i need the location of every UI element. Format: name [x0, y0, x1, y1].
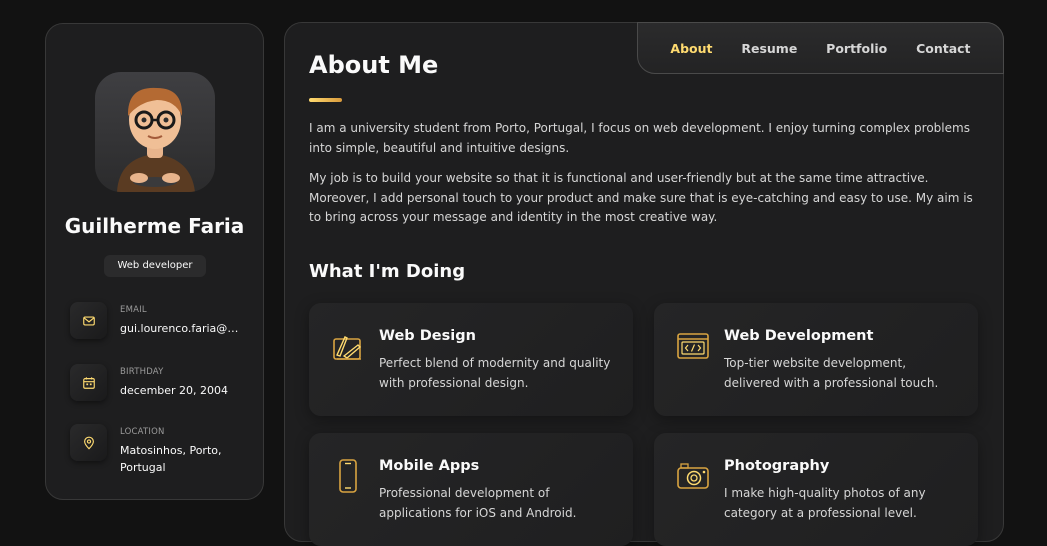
- service-desc: Professional development of applications…: [379, 486, 577, 520]
- contact-title: LOCATION: [120, 427, 165, 437]
- service-desc: Perfect blend of modernity and quality w…: [379, 356, 611, 390]
- service-card-web-development: Web Development Top-tier website develop…: [654, 303, 978, 416]
- calendar-icon: [70, 364, 107, 401]
- about-paragraph: My job is to build your website so that …: [309, 171, 973, 224]
- contact-birthday: BIRTHDAY december 20, 2004: [70, 364, 249, 414]
- code-window-icon: [676, 329, 710, 363]
- mail-icon: [70, 302, 107, 339]
- location-value: Matosinhos, Porto, Portugal: [120, 444, 222, 474]
- service-title: Photography: [724, 458, 830, 474]
- camera-icon: [676, 459, 710, 493]
- contact-title: EMAIL: [120, 305, 147, 315]
- about-panel: About Resume Portfolio Contact About Me …: [284, 22, 1004, 546]
- nav-resume[interactable]: Resume: [741, 41, 797, 56]
- service-card-mobile-apps: Mobile Apps Professional development of …: [309, 433, 633, 546]
- service-desc: Top-tier website development, delivered …: [724, 356, 939, 390]
- design-tools-icon: [331, 329, 365, 363]
- main-navbar: About Resume Portfolio Contact: [637, 22, 1004, 74]
- email-link[interactable]: gui.lourenco.faria@gmail.com: [120, 320, 245, 337]
- section-title: What I'm Doing: [309, 261, 466, 282]
- service-title: Web Design: [379, 328, 476, 344]
- contact-location: LOCATION Matosinhos, Porto, Portugal: [70, 424, 249, 474]
- location-pin-icon: [70, 424, 107, 461]
- birthday-value: december 20, 2004: [120, 384, 229, 397]
- role-badge: Web developer: [104, 255, 206, 277]
- nav-about[interactable]: About: [670, 41, 712, 56]
- service-title: Web Development: [724, 328, 874, 344]
- service-card-photography: Photography I make high-quality photos o…: [654, 433, 978, 546]
- service-title: Mobile Apps: [379, 458, 480, 474]
- title-underline: [309, 98, 342, 102]
- nav-contact[interactable]: Contact: [916, 41, 970, 56]
- contact-email: EMAIL gui.lourenco.faria@gmail.com: [70, 302, 249, 352]
- profile-name: Guilherme Faria: [64, 214, 245, 238]
- avatar: [95, 72, 215, 192]
- page-title: About Me: [309, 51, 439, 79]
- avatar-illustration: [117, 87, 195, 192]
- service-desc: I make high-quality photos of any catego…: [724, 486, 926, 520]
- smartphone-icon: [331, 459, 365, 493]
- nav-portfolio[interactable]: Portfolio: [826, 41, 887, 56]
- about-paragraph: I am a university student from Porto, Po…: [309, 121, 970, 155]
- contact-title: BIRTHDAY: [120, 367, 164, 377]
- profile-sidebar: Guilherme Faria Web developer EMAIL gui.…: [45, 23, 264, 500]
- service-card-web-design: Web Design Perfect blend of modernity an…: [309, 303, 633, 416]
